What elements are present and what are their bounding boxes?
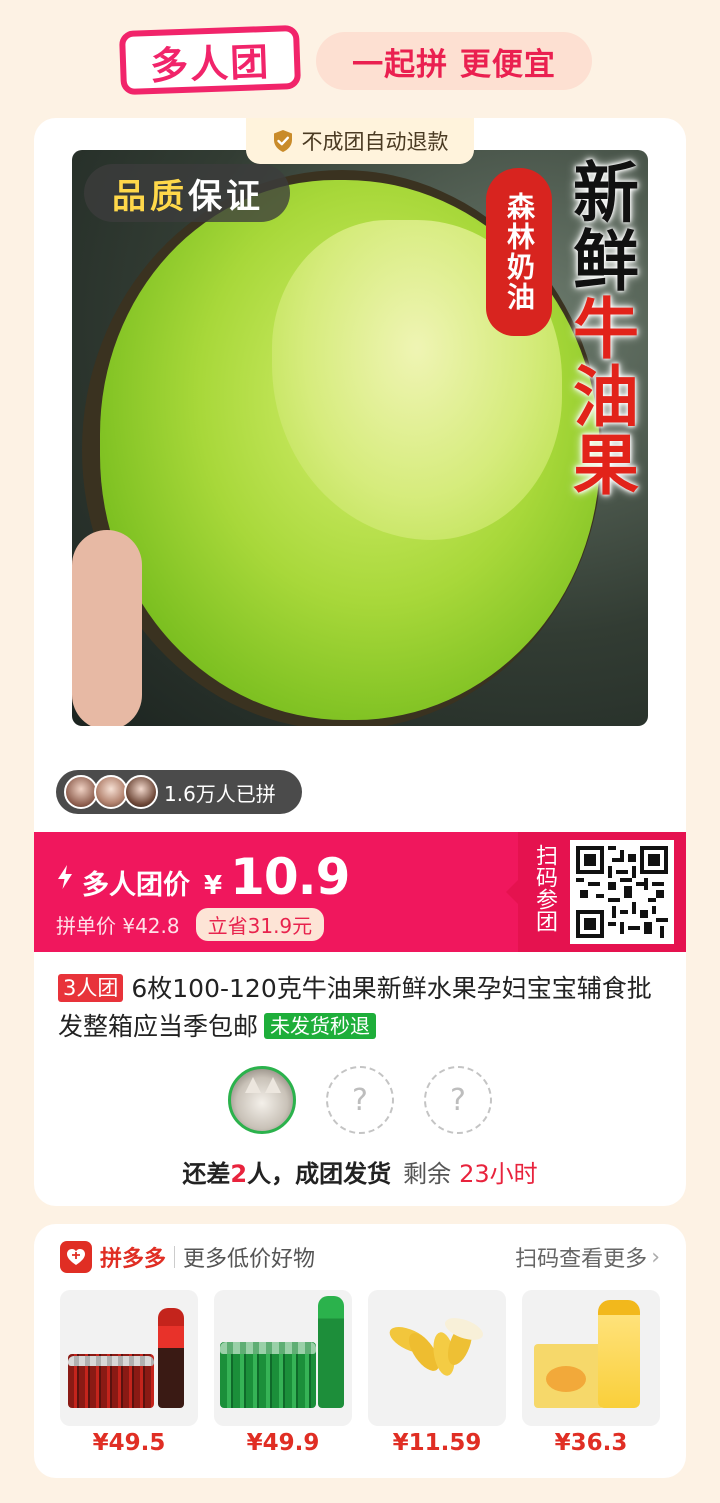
qr-code[interactable] — [570, 840, 674, 944]
avatar — [64, 775, 98, 809]
avatar — [124, 775, 158, 809]
product-thumb-cola[interactable] — [60, 1290, 198, 1426]
single-price-row: 拼单价 ¥42.8 立省31.9元 — [56, 908, 325, 941]
forest-cream-seal: 森林奶油 — [486, 168, 552, 336]
pinduoduo-brand: 拼多多 — [100, 1247, 167, 1272]
duorentuan-logo: 多人团 — [118, 24, 302, 96]
product-thumb-pear-drink[interactable] — [522, 1290, 660, 1426]
avatar — [94, 775, 128, 809]
save-badge: 立省31.9元 — [195, 908, 325, 941]
product-thumb-bananas[interactable] — [368, 1290, 506, 1426]
quality-guarantee-badge: 品 质 保 证 — [84, 164, 290, 222]
product-price: ¥36.3 — [554, 1430, 628, 1456]
remaining-label: 剩余 — [403, 1160, 452, 1188]
product-card: 品 质 保 证 森林奶油 新鲜牛油果 不成团自动退款 1.6万人已拼 多人团价 — [34, 118, 686, 1206]
joined-avatars — [64, 775, 158, 809]
group-status: 还差2人，成团发货 剩余 23小时 — [182, 1160, 538, 1188]
product-title[interactable]: 3人团 6枚100-120克牛油果新鲜水果孕妇宝宝辅食批发整箱应当季包邮 未发货秒退 — [58, 970, 668, 1046]
product-price: ¥49.5 — [92, 1430, 166, 1456]
single-price: 拼单价 ¥42.8 — [56, 914, 180, 938]
refund-if-unshipped-tag: 未发货秒退 — [264, 1013, 377, 1039]
divider — [174, 1246, 176, 1268]
product-price: ¥11.59 — [392, 1430, 482, 1456]
slogan-banner: 一起拼 更便宜 — [316, 32, 592, 90]
joined-count-pill: 1.6万人已拼 — [56, 770, 302, 814]
members-needed-count: 2 — [230, 1160, 248, 1188]
group-leader-avatar — [228, 1066, 296, 1134]
more-products-header: 拼多多 更多低价好物 扫码查看更多 › — [60, 1240, 660, 1274]
shield-check-icon — [273, 130, 292, 152]
question-mark-icon: ? — [352, 1082, 368, 1118]
question-mark-icon: ? — [450, 1082, 466, 1118]
empty-member-slot[interactable]: ? — [326, 1066, 394, 1134]
group-price-label: 多人团价 — [82, 870, 190, 901]
group-price-bar: 多人团价 ¥ 10.9 拼单价 ¥42.8 立省31.9元 扫码参团 — [34, 832, 686, 952]
image-vertical-title: 新鲜牛油果 — [562, 158, 639, 498]
product-image[interactable]: 品 质 保 证 森林奶油 新鲜牛油果 — [72, 150, 648, 726]
more-products-subtitle: 更多低价好物 — [183, 1247, 316, 1272]
qr-code-icon — [576, 846, 668, 938]
remaining-time: 23小时 — [459, 1160, 538, 1188]
scan-to-join-area[interactable]: 扫码参团 — [506, 832, 686, 952]
currency-symbol: ¥ — [204, 871, 223, 901]
group-price-row: 多人团价 ¥ 10.9 — [56, 848, 350, 906]
scan-more-link[interactable]: 扫码查看更多 › — [515, 1241, 660, 1273]
empty-member-slot[interactable]: ? — [424, 1066, 492, 1134]
group-price-value: 10.9 — [230, 848, 350, 906]
chevron-right-icon: › — [651, 1244, 660, 1270]
joined-count-text: 1.6万人已拼 — [164, 781, 276, 806]
auto-refund-tag: 不成团自动退款 — [246, 118, 474, 164]
pinduoduo-logo-icon — [60, 1241, 92, 1273]
refund-tag-text: 不成团自动退款 — [301, 130, 449, 154]
more-products-card: 拼多多 更多低价好物 扫码查看更多 › ¥49.5 ¥49.9 ¥11.59 ¥… — [34, 1224, 686, 1478]
product-thumb-sprite[interactable] — [214, 1290, 352, 1426]
group-size-tag: 3人团 — [58, 974, 124, 1002]
hand-shape — [72, 530, 142, 726]
scan-to-join-label: 扫码参团 — [532, 844, 557, 932]
lightning-icon — [58, 865, 72, 889]
product-price: ¥49.9 — [246, 1430, 320, 1456]
